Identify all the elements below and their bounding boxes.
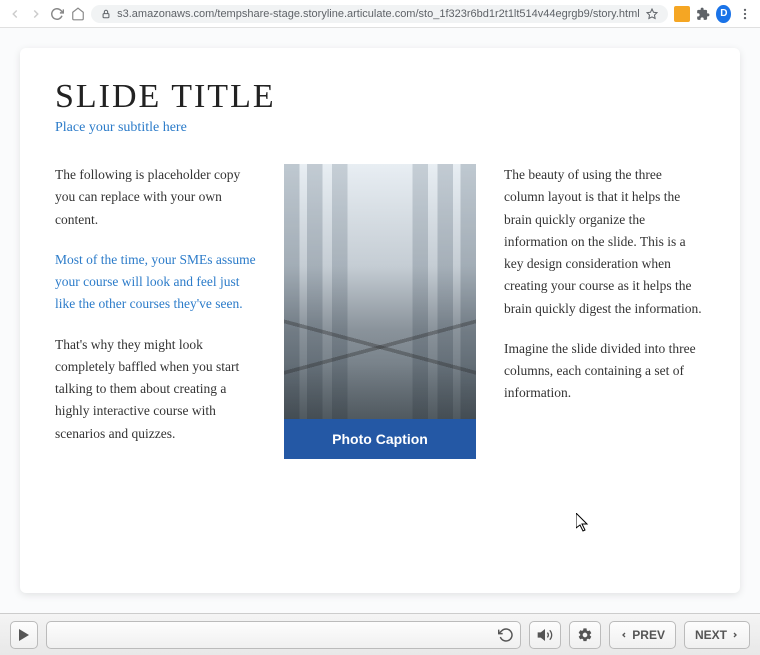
player-bar: PREV NEXT <box>0 613 760 655</box>
reload-button[interactable] <box>50 5 65 23</box>
prev-label: PREV <box>632 628 665 642</box>
paragraph: That's why they might look completely ba… <box>55 334 256 445</box>
slide-subtitle: Place your subtitle here <box>55 120 705 136</box>
home-button[interactable] <box>70 5 85 23</box>
photo-caption: Photo Caption <box>284 419 476 459</box>
paragraph: Imagine the slide divided into three col… <box>504 338 705 405</box>
next-label: NEXT <box>695 628 727 642</box>
star-icon[interactable] <box>646 8 658 20</box>
play-button[interactable] <box>10 621 38 649</box>
extensions-menu-icon[interactable] <box>696 5 711 23</box>
column-center: Photo Caption <box>284 164 476 463</box>
paragraph: The following is placeholder copy you ca… <box>55 164 256 231</box>
seek-bar[interactable] <box>46 621 521 649</box>
address-bar[interactable]: s3.amazonaws.com/tempshare-stage.storyli… <box>91 5 668 23</box>
stage: SLIDE TITLE Place your subtitle here The… <box>0 28 760 613</box>
forward-button[interactable] <box>29 5 44 23</box>
url-text: s3.amazonaws.com/tempshare-stage.storyli… <box>117 8 640 20</box>
play-icon <box>19 629 29 641</box>
slide: SLIDE TITLE Place your subtitle here The… <box>20 48 740 593</box>
profile-avatar[interactable]: D <box>716 5 731 23</box>
lock-icon <box>101 9 111 19</box>
column-left: The following is placeholder copy you ca… <box>55 164 256 463</box>
photo-placeholder <box>284 164 476 419</box>
browser-toolbar: s3.amazonaws.com/tempshare-stage.storyli… <box>0 0 760 28</box>
settings-button[interactable] <box>569 621 601 649</box>
paragraph: The beauty of using the three column lay… <box>504 164 705 320</box>
prev-button[interactable]: PREV <box>609 621 676 649</box>
slide-title: SLIDE TITLE <box>55 78 705 116</box>
browser-menu-icon[interactable] <box>737 5 752 23</box>
viewport: SLIDE TITLE Place your subtitle here The… <box>0 28 760 655</box>
columns: The following is placeholder copy you ca… <box>55 164 705 463</box>
extension-icon[interactable] <box>674 5 690 23</box>
volume-button[interactable] <box>529 621 561 649</box>
next-button[interactable]: NEXT <box>684 621 750 649</box>
column-right: The beauty of using the three column lay… <box>504 164 705 463</box>
back-button[interactable] <box>8 5 23 23</box>
paragraph-highlight: Most of the time, your SMEs assume your … <box>55 249 256 316</box>
replay-icon[interactable] <box>498 627 514 643</box>
